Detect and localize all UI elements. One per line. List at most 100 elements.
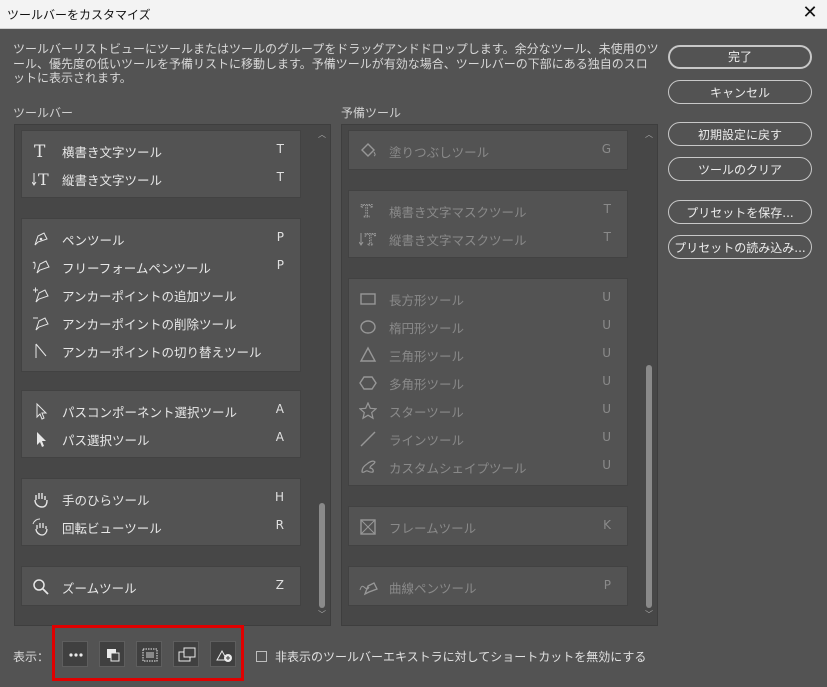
tool-item[interactable]: パスコンポーネント選択ツール A: [22, 396, 300, 424]
extra-tools-scrollbar[interactable]: ︿ ﹀: [643, 125, 655, 625]
rotate-view-icon: [32, 518, 50, 536]
tool-item[interactable]: 手のひらツール H: [22, 484, 300, 512]
quick-mask-icon[interactable]: [136, 641, 162, 667]
polygon-icon: [359, 374, 377, 392]
tool-name: フリーフォームペンツール: [62, 261, 211, 276]
tool-group[interactable]: 曲線ペンツール P: [348, 566, 628, 606]
tool-item[interactable]: フレームツール K: [349, 512, 627, 540]
line-icon: [359, 430, 377, 448]
tool-shortcut: U: [602, 430, 611, 444]
hand-icon: [32, 490, 50, 508]
extra-tools-label: 予備ツール: [341, 106, 402, 120]
tool-item[interactable]: 長方形ツール U: [349, 284, 627, 312]
tool-shortcut: P: [603, 578, 611, 592]
tool-item[interactable]: 曲線ペンツール P: [349, 572, 627, 600]
tool-shortcut: R: [275, 518, 284, 532]
scroll-down-icon[interactable]: ﹀: [645, 611, 653, 619]
svg-text:T: T: [365, 230, 376, 248]
tool-group[interactable]: 手のひらツール H 回転ビューツール R: [21, 478, 301, 546]
tool-item[interactable]: 楕円形ツール U: [349, 312, 627, 340]
tool-group[interactable]: ペンツール P フリーフォームペンツール P アンカーポイントの追加ツール アン…: [21, 218, 301, 372]
pen-icon: [32, 230, 50, 248]
tool-group[interactable]: T 横書き文字ツール T T 縦書き文字ツール T: [21, 130, 301, 198]
tool-group[interactable]: ズームツール Z: [21, 566, 301, 606]
tool-shortcut: A: [275, 402, 284, 416]
tool-item[interactable]: パス選択ツール A: [22, 424, 300, 452]
tool-group[interactable]: T 横書き文字マスクツール T T 縦書き文字マスクツール T: [348, 190, 628, 258]
scroll-up-icon[interactable]: ︿: [645, 131, 653, 139]
tool-name: パス選択ツール: [62, 433, 150, 448]
cancel-button[interactable]: キャンセル: [668, 80, 812, 104]
tool-group[interactable]: フレームツール K: [348, 506, 628, 546]
tool-item[interactable]: T 縦書き文字マスクツール T: [349, 224, 627, 252]
tool-item[interactable]: ズームツール Z: [22, 572, 300, 600]
more-icon[interactable]: [62, 641, 88, 667]
tool-item[interactable]: アンカーポイントの切り替えツール: [22, 336, 300, 364]
tool-item[interactable]: アンカーポイントの削除ツール: [22, 308, 300, 336]
tool-name: アンカーポイントの追加ツール: [62, 289, 237, 304]
tool-item[interactable]: T 横書き文字マスクツール T: [349, 196, 627, 224]
path-selection-icon: [32, 402, 50, 420]
save-preset-button[interactable]: プリセットを保存...: [668, 200, 812, 224]
extra-tools-list[interactable]: 塗りつぶしツール G T 横書き文字マスクツール T T 縦書き文字マスクツール…: [341, 124, 658, 626]
tool-item[interactable]: ペンツール P: [22, 224, 300, 252]
tool-group[interactable]: パスコンポーネント選択ツール A パス選択ツール A: [21, 390, 301, 458]
tool-item[interactable]: 回転ビューツール R: [22, 512, 300, 540]
horizontal-type-icon: T: [32, 142, 50, 162]
tool-name: カスタムシェイプツール: [389, 461, 527, 476]
tool-name: フレームツール: [389, 521, 477, 536]
disable-shortcuts-checkbox[interactable]: [256, 651, 267, 662]
tool-name: 三角形ツール: [389, 349, 465, 364]
tool-shortcut: U: [602, 402, 611, 416]
tool-name: パスコンポーネント選択ツール: [62, 405, 238, 420]
scroll-thumb[interactable]: [319, 503, 325, 608]
title-bar: ツールバーをカスタマイズ ✕: [0, 0, 827, 29]
tool-name: ズームツール: [62, 581, 137, 596]
tool-name: スターツール: [389, 405, 464, 420]
tool-item[interactable]: ラインツール U: [349, 424, 627, 452]
toolbar-scrollbar[interactable]: ︿ ﹀: [316, 125, 328, 625]
tool-shortcut: Z: [275, 578, 284, 592]
screen-mode-icon[interactable]: [173, 641, 199, 667]
tool-item[interactable]: T 縦書き文字ツール T: [22, 164, 300, 192]
scroll-down-icon[interactable]: ﹀: [318, 611, 326, 619]
tool-item[interactable]: アンカーポイントの追加ツール: [22, 280, 300, 308]
clear-tools-button[interactable]: ツールのクリア: [668, 157, 812, 181]
freeform-pen-icon: [32, 258, 50, 276]
tool-group[interactable]: 塗りつぶしツール G: [348, 130, 628, 170]
restore-defaults-button[interactable]: 初期設定に戻す: [668, 122, 812, 146]
load-preset-button[interactable]: プリセットの読み込み...: [668, 235, 812, 259]
done-button[interactable]: 完了: [668, 45, 812, 69]
tool-shortcut: H: [274, 490, 284, 504]
extra-tools-icon[interactable]: [210, 641, 236, 667]
close-icon[interactable]: ✕: [799, 2, 821, 24]
tool-item[interactable]: 多角形ツール U: [349, 368, 627, 396]
tool-shortcut: U: [602, 346, 611, 360]
scroll-up-icon[interactable]: ︿: [318, 131, 326, 139]
tool-name: 多角形ツール: [389, 377, 465, 392]
tool-item[interactable]: T 横書き文字ツール T: [22, 136, 300, 164]
vertical-type-mask-icon: T: [358, 230, 377, 250]
tool-shortcut: A: [275, 430, 284, 444]
toolbar-list[interactable]: T 横書き文字ツール T T 縦書き文字ツール T ペンツール P フリーフォー…: [14, 124, 331, 626]
tool-shortcut: P: [276, 258, 284, 272]
tool-shortcut: U: [602, 374, 611, 388]
tool-group[interactable]: 長方形ツール U 楕円形ツール U 三角形ツール U 多角形ツール U スターツ…: [348, 278, 628, 486]
convert-point-icon: [32, 342, 50, 360]
tool-name: ラインツール: [389, 433, 465, 448]
tool-item[interactable]: 塗りつぶしツール G: [349, 136, 627, 164]
tool-name: 曲線ペンツール: [389, 581, 477, 596]
tool-name: アンカーポイントの削除ツール: [62, 317, 237, 332]
tool-item[interactable]: フリーフォームペンツール P: [22, 252, 300, 280]
tool-item[interactable]: スターツール U: [349, 396, 627, 424]
tool-item[interactable]: 三角形ツール U: [349, 340, 627, 368]
delete-anchor-icon: [32, 314, 50, 332]
scroll-thumb[interactable]: [646, 365, 652, 608]
tool-shortcut: K: [603, 518, 611, 532]
svg-text:T: T: [361, 202, 373, 220]
svg-text:T: T: [34, 142, 46, 160]
tool-item[interactable]: カスタムシェイプツール U: [349, 452, 627, 480]
swap-color-icon[interactable]: [99, 641, 125, 667]
tool-name: 横書き文字ツール: [62, 145, 163, 160]
tool-name: 手のひらツール: [62, 493, 150, 508]
